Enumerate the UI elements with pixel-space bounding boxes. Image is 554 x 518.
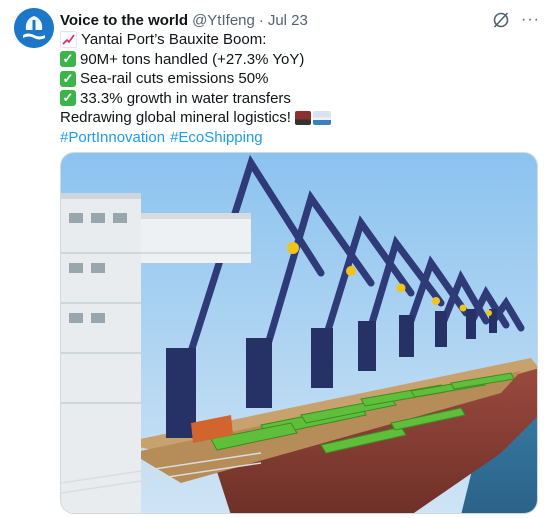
- timestamp[interactable]: Jul 23: [268, 12, 308, 29]
- more-icon[interactable]: ···: [521, 12, 540, 28]
- text-line-3: ✓ Sea-rail cuts emissions 50%: [60, 69, 540, 89]
- port-cranes-photo: [61, 153, 537, 513]
- grok-icon[interactable]: [491, 10, 511, 30]
- hashtag-line: #PortInnovation #EcoShipping: [60, 128, 540, 148]
- port-logo-avatar-icon: [14, 8, 54, 48]
- hashtag-eco-shipping[interactable]: #EcoShipping: [170, 128, 263, 148]
- check-mark-icon: ✓: [60, 51, 76, 68]
- avatar[interactable]: [14, 8, 54, 48]
- chart-increasing-icon: [60, 31, 77, 49]
- tweet-photo[interactable]: [60, 152, 538, 514]
- text-line-2: ✓ 90M+ tons handled (+27.3% YoY): [60, 50, 540, 70]
- text-line-5: Redrawing global mineral logistics!: [60, 108, 540, 128]
- tweet-header: Voice to the world @YtIfeng · Jul 23 ···: [60, 10, 540, 30]
- header-actions: ···: [491, 10, 540, 30]
- hashtag-port-innovation[interactable]: #PortInnovation: [60, 128, 165, 148]
- check-mark-icon: ✓: [60, 90, 76, 107]
- tweet-text: Yantai Port’s Bauxite Boom: ✓ 90M+ tons …: [60, 30, 540, 147]
- text-line-1: Yantai Port’s Bauxite Boom:: [60, 30, 540, 50]
- headline-text: Yantai Port’s Bauxite Boom:: [81, 31, 267, 48]
- author-name[interactable]: Voice to the world: [60, 12, 188, 29]
- closing-text: Redrawing global mineral logistics!: [60, 109, 291, 126]
- stat-tons: 90M+ tons handled (+27.3% YoY): [80, 50, 305, 68]
- stat-water-transfers: 33.3% growth in water transfers: [80, 89, 291, 107]
- text-line-4: ✓ 33.3% growth in water transfers: [60, 89, 540, 109]
- tweet: Voice to the world @YtIfeng · Jul 23 ···…: [0, 0, 554, 518]
- author-handle[interactable]: @YtIfeng: [192, 12, 255, 29]
- ship-icon: [312, 110, 331, 125]
- separator: ·: [258, 11, 264, 29]
- stat-emissions: Sea-rail cuts emissions 50%: [80, 70, 269, 87]
- check-mark-icon: ✓: [60, 70, 76, 87]
- train-icon: [294, 110, 311, 125]
